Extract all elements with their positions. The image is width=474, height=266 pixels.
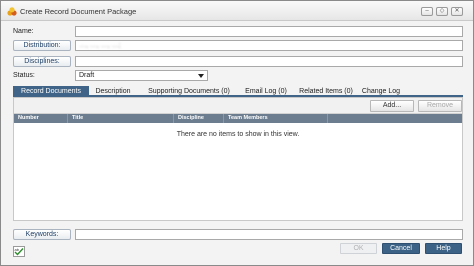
title-bar[interactable]: Create Record Document Package – ◇ ✕ bbox=[1, 1, 473, 21]
panel-toolbar: Add... Remove bbox=[14, 98, 462, 114]
status-label: Status: bbox=[13, 72, 35, 79]
tab-bar: Record Documents Description Supporting … bbox=[13, 86, 463, 97]
chevron-down-icon bbox=[198, 74, 204, 78]
distribution-button[interactable]: Distribution: bbox=[13, 40, 71, 51]
distribution-recipients: …, …, …, …; bbox=[79, 42, 121, 49]
close-button[interactable]: ✕ bbox=[451, 7, 463, 16]
name-field[interactable] bbox=[75, 26, 463, 37]
keywords-button[interactable]: Keywords: bbox=[13, 229, 71, 240]
status-select[interactable]: Draft bbox=[75, 70, 208, 81]
tab-related-items[interactable]: Related Items (0) bbox=[295, 86, 357, 97]
column-header-discipline[interactable]: Discipline bbox=[174, 114, 224, 123]
svg-text:ab: ab bbox=[15, 247, 20, 252]
ok-button[interactable]: OK bbox=[340, 243, 377, 254]
record-documents-panel: Add... Remove Number Title Discipline Te… bbox=[13, 97, 463, 221]
distribution-field[interactable]: …, …, …, …; bbox=[75, 40, 463, 51]
add-button[interactable]: Add... bbox=[370, 100, 414, 112]
cancel-button[interactable]: Cancel bbox=[382, 243, 420, 254]
table-header: Number Title Discipline Team Members bbox=[14, 114, 462, 123]
disciplines-button[interactable]: Disciplines: bbox=[13, 56, 71, 67]
window-title: Create Record Document Package bbox=[20, 7, 137, 16]
tab-supporting-documents[interactable]: Supporting Documents (0) bbox=[141, 86, 237, 97]
spell-check-icon[interactable]: ab bbox=[13, 246, 25, 257]
empty-table-message: There are no items to show in this view. bbox=[176, 131, 300, 138]
help-button[interactable]: Help bbox=[425, 243, 462, 254]
restore-button[interactable]: ◇ bbox=[436, 7, 448, 16]
status-selected-value: Draft bbox=[79, 72, 95, 79]
tab-record-documents[interactable]: Record Documents bbox=[13, 86, 89, 97]
minimize-button[interactable]: – bbox=[421, 7, 433, 16]
keywords-field[interactable] bbox=[75, 229, 463, 240]
column-header-title[interactable]: Title bbox=[68, 114, 174, 123]
column-header-number[interactable]: Number bbox=[14, 114, 68, 123]
dialog-window: Create Record Document Package – ◇ ✕ Nam… bbox=[0, 0, 474, 266]
tab-change-log[interactable]: Change Log bbox=[361, 86, 401, 97]
disciplines-field[interactable] bbox=[75, 56, 463, 67]
tab-description[interactable]: Description bbox=[91, 86, 135, 97]
name-label: Name: bbox=[13, 28, 34, 35]
remove-button[interactable]: Remove bbox=[418, 100, 462, 112]
column-header-team-members[interactable]: Team Members bbox=[224, 114, 328, 123]
tab-email-log[interactable]: Email Log (0) bbox=[239, 86, 293, 97]
app-logo-icon bbox=[7, 7, 17, 16]
